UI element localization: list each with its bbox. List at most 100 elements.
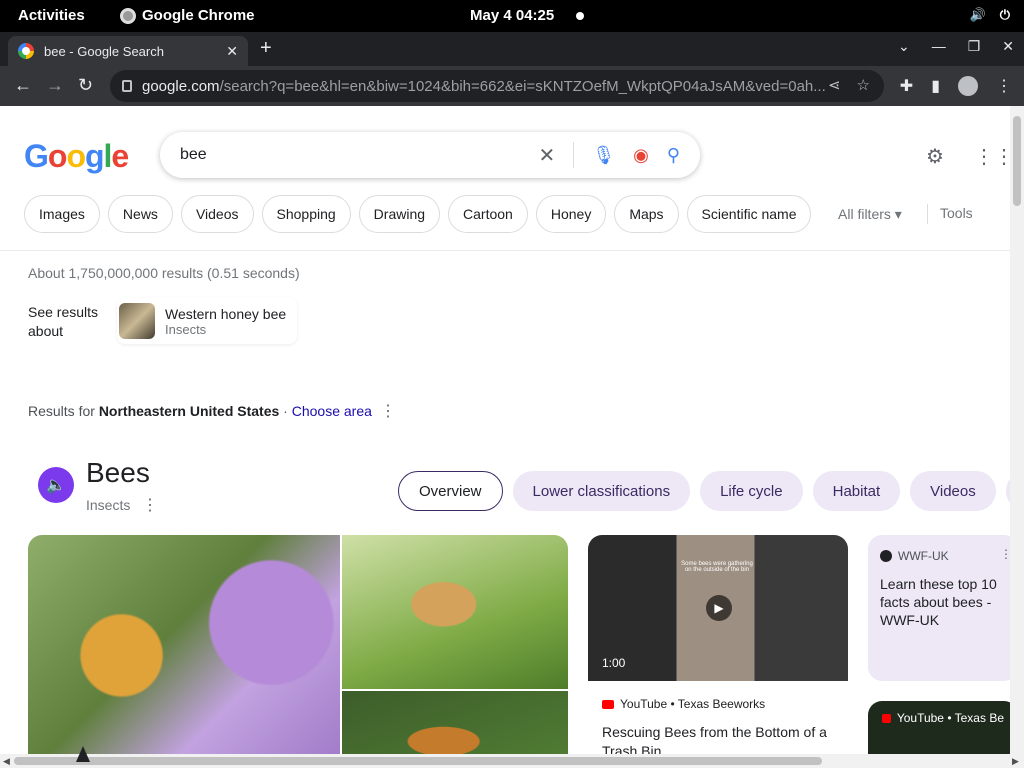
knowledge-subtitle: Insects — [86, 497, 131, 513]
scroll-right-icon[interactable]: ▶ — [1012, 756, 1019, 767]
window-controls: ⌄ — ❐ ✕ — [898, 38, 1014, 55]
chip-maps[interactable]: Maps — [614, 195, 679, 233]
tab-habitat[interactable]: Habitat — [812, 471, 901, 511]
horizontal-scrollbar[interactable]: ◀ ▶ — [0, 754, 1024, 768]
bee-image-main[interactable] — [28, 535, 340, 754]
tab-strip: bee - Google Search ✕ + ⌄ — ❐ ✕ — [0, 32, 1024, 66]
tab-life-cycle[interactable]: Life cycle — [700, 471, 803, 511]
chip-honey[interactable]: Honey — [535, 195, 607, 233]
minimize-icon[interactable]: — — [932, 38, 946, 55]
extensions-puzzle-icon[interactable]: ✚ — [900, 76, 913, 96]
back-icon[interactable]: ← — [14, 75, 32, 96]
vertical-scroll-thumb[interactable] — [1013, 116, 1021, 206]
divider — [927, 204, 928, 224]
tab-overview[interactable]: Overview — [398, 471, 503, 511]
close-tab-icon[interactable]: ✕ — [226, 43, 238, 60]
video-card[interactable]: Some bees were gathering on the outside … — [588, 535, 848, 754]
tab-search-icon[interactable]: ⌄ — [898, 38, 910, 55]
article-source: WWF-UK — [880, 549, 1006, 563]
chip-drawing[interactable]: Drawing — [358, 195, 441, 233]
choose-area-link[interactable]: Choose area — [292, 403, 372, 419]
mouse-cursor-icon — [76, 746, 90, 762]
lock-icon[interactable] — [122, 80, 132, 92]
microphone-icon[interactable]: 🎙 — [592, 145, 615, 166]
logo-letter: o — [66, 138, 86, 174]
search-icon[interactable]: ⚲ — [667, 145, 680, 166]
tab-videos[interactable]: Videos — [910, 471, 996, 511]
forward-icon[interactable]: → — [46, 75, 64, 96]
close-window-icon[interactable]: ✕ — [1002, 38, 1014, 55]
chrome-menu-icon[interactable]: ⋮ — [996, 76, 1012, 96]
new-tab-button[interactable]: + — [260, 37, 272, 60]
app-name: Google Chrome — [142, 7, 255, 24]
volume-icon[interactable]: 🔊 — [970, 7, 986, 23]
video-caption: Some bees were gathering on the outside … — [681, 561, 753, 573]
divider — [573, 142, 575, 168]
chip-scientific-name[interactable]: Scientific name — [686, 195, 812, 233]
browser-tab[interactable]: bee - Google Search ✕ — [8, 36, 248, 66]
chip-shopping[interactable]: Shopping — [261, 195, 351, 233]
bookmark-star-icon[interactable]: ☆ — [857, 76, 870, 94]
tab-lower-classifications[interactable]: Lower classifications — [512, 471, 691, 511]
activities-button[interactable]: Activities — [18, 7, 85, 24]
chrome-icon — [120, 7, 136, 24]
search-box-actions: ✕ 🎙 ◉ ⚲ — [538, 142, 680, 168]
article-card-wwf[interactable]: WWF-UK ⋮ Learn these top 10 facts about … — [868, 535, 1010, 681]
share-icon[interactable]: ⋖ — [828, 76, 841, 94]
chip-cartoon[interactable]: Cartoon — [448, 195, 528, 233]
chip-news[interactable]: News — [107, 195, 173, 233]
side-panel-icon[interactable]: ▮ — [931, 76, 940, 96]
chip-images[interactable]: Images — [24, 195, 100, 233]
logo-letter: o — [47, 138, 68, 174]
vertical-scrollbar[interactable] — [1010, 106, 1024, 754]
knowledge-title: Bees — [86, 457, 150, 488]
clock[interactable]: May 4 04:25 — [470, 7, 554, 24]
bee-image-3[interactable] — [342, 691, 568, 754]
video-card-2[interactable]: YouTube • Texas Be — [868, 701, 1010, 754]
region-separator: · — [279, 403, 292, 419]
system-tray[interactable]: 🔊 ⏻ — [970, 7, 1010, 23]
region-place: Northeastern United States — [98, 403, 280, 419]
url-path: /search?q=bee&hl=en&biw=1024&bih=662&ei=… — [219, 77, 826, 95]
tab-title: bee - Google Search — [44, 43, 164, 59]
address-bar[interactable]: google.com/search?q=bee&hl=en&biw=1024&b… — [110, 70, 884, 102]
article-source-label: WWF-UK — [898, 549, 949, 563]
entity-card-western-honey-bee[interactable]: Western honey bee Insects — [117, 298, 297, 344]
video-title[interactable]: Rescuing Bees from the Bottom of a Trash… — [602, 723, 842, 754]
profile-avatar-icon[interactable] — [958, 76, 978, 96]
video2-source: YouTube • Texas Be — [896, 711, 1004, 725]
more-options-icon[interactable]: ⋮ — [1000, 547, 1010, 561]
more-options-icon[interactable]: ⋮ — [142, 495, 158, 515]
google-results-page: Google bee ✕ 🎙 ◉ ⚲ ⚙ ⋮⋮ Images News Vide… — [0, 106, 1010, 754]
result-stats: About 1,750,000,000 results (0.51 second… — [28, 265, 300, 281]
scroll-left-icon[interactable]: ◀ — [3, 756, 10, 767]
all-filters-dropdown[interactable]: All filters ▾ — [838, 206, 902, 223]
toolbar-actions: ✚ ▮ ⋮ — [900, 76, 1012, 96]
play-icon[interactable]: ▶ — [706, 595, 732, 621]
bee-image-2[interactable] — [342, 535, 568, 689]
app-menu[interactable]: Google Chrome — [120, 7, 255, 24]
logo-letter: e — [111, 138, 129, 174]
clear-icon[interactable]: ✕ — [538, 143, 555, 168]
entity-title: Western honey bee — [165, 305, 287, 322]
power-icon[interactable]: ⏻ — [1000, 7, 1010, 23]
camera-lens-icon[interactable]: ◉ — [633, 145, 649, 166]
reload-icon[interactable]: ↻ — [78, 75, 93, 96]
recording-indicator-icon — [576, 12, 584, 20]
video-source: YouTube • Texas Beeworks — [602, 697, 765, 711]
browser-toolbar: ← → ↻ google.com/search?q=bee&hl=en&biw=… — [0, 66, 1024, 106]
chip-videos[interactable]: Videos — [180, 195, 254, 233]
maximize-icon[interactable]: ❐ — [968, 38, 981, 55]
tools-button[interactable]: Tools — [940, 205, 973, 221]
google-logo[interactable]: Google — [24, 138, 129, 175]
more-options-icon[interactable]: ⋮ — [380, 401, 396, 421]
search-input[interactable]: bee — [180, 146, 538, 164]
system-top-bar: Activities Google Chrome May 4 04:25 🔊 ⏻ — [0, 0, 1024, 32]
article-title[interactable]: Learn these top 10 facts about bees - WW… — [880, 575, 1006, 629]
search-box[interactable]: bee ✕ 🎙 ◉ ⚲ — [160, 132, 700, 178]
google-apps-grid-icon[interactable]: ⋮⋮ — [974, 144, 1010, 169]
horizontal-scroll-thumb[interactable] — [14, 757, 822, 765]
settings-gear-icon[interactable]: ⚙ — [926, 144, 944, 169]
caret-down-icon: ▾ — [894, 206, 902, 222]
speaker-icon[interactable]: 🔈 — [38, 467, 74, 503]
